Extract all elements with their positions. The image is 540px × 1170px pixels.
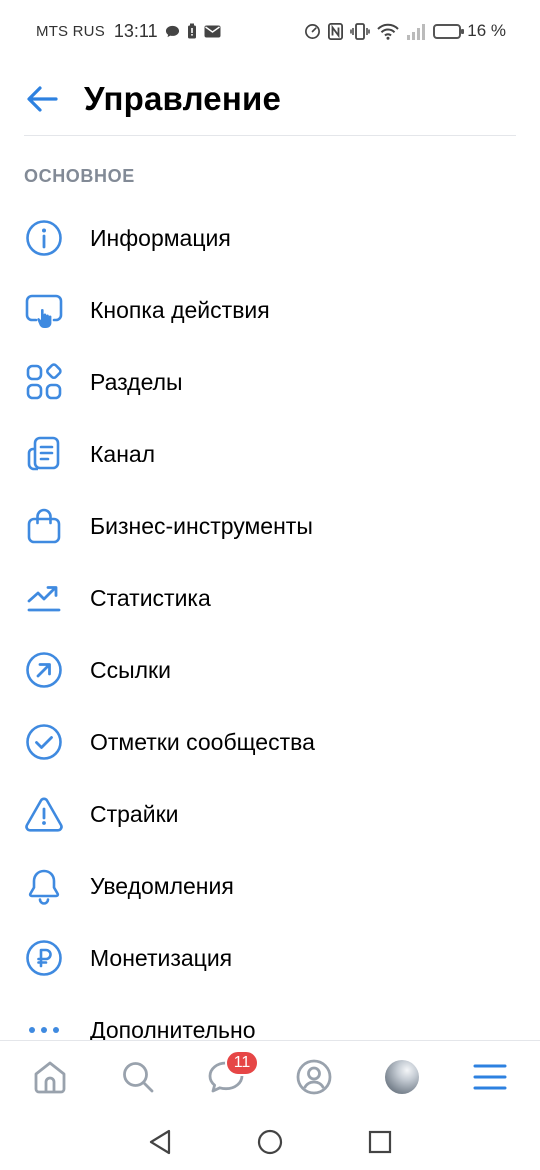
ruble-icon — [24, 938, 64, 978]
chart-trend-icon — [24, 578, 64, 618]
mail-icon — [204, 25, 221, 38]
system-recents-button[interactable] — [360, 1122, 400, 1162]
menu-item-info[interactable]: Информация — [0, 202, 540, 274]
menu-item-label: Информация — [90, 224, 231, 251]
data-saver-icon — [304, 23, 321, 40]
menu-item-label: Разделы — [90, 368, 183, 395]
header-divider — [24, 135, 516, 136]
back-button[interactable] — [24, 81, 60, 117]
nav-search[interactable] — [108, 1047, 168, 1107]
menu-item-sections[interactable]: Разделы — [0, 346, 540, 418]
battery-percent: 16 % — [467, 21, 506, 40]
profile-icon — [296, 1059, 332, 1095]
info-icon — [24, 218, 64, 258]
menu-item-statistics[interactable]: Статистика — [0, 562, 540, 634]
menu-item-label: Страйки — [90, 800, 179, 827]
carrier-label: MTS RUS — [36, 22, 105, 40]
nav-community-avatar[interactable] — [372, 1047, 432, 1107]
menu-item-label: Бизнес-инструменты — [90, 512, 313, 539]
nav-profile[interactable] — [284, 1047, 344, 1107]
status-bar: MTS RUS 13:11 16 % — [0, 0, 540, 62]
menu-item-label: Ссылки — [90, 656, 171, 683]
menu-item-monetization[interactable]: Монетизация — [0, 922, 540, 994]
menu-item-community-marks[interactable]: Отметки сообщества — [0, 706, 540, 778]
link-arrow-icon — [24, 650, 64, 690]
chat-bubble-icon — [165, 24, 180, 39]
section-title: ОСНОВНОЕ — [24, 166, 135, 186]
avatar — [385, 1060, 419, 1094]
menu-item-label: Кнопка действия — [90, 296, 270, 323]
menu-item-label: Канал — [90, 440, 156, 467]
status-left: MTS RUS 13:11 — [36, 21, 221, 42]
menu-item-channel[interactable]: Канал — [0, 418, 540, 490]
warning-icon — [24, 794, 64, 834]
menu-item-label: Статистика — [90, 584, 211, 611]
action-button-icon — [24, 290, 64, 330]
menu-item-label: Монетизация — [90, 944, 233, 971]
square-recents-icon — [368, 1130, 392, 1153]
menu-item-notifications[interactable]: Уведомления — [0, 850, 540, 922]
shopping-bag-icon — [24, 506, 64, 546]
triangle-back-icon — [149, 1129, 171, 1154]
vibrate-icon — [350, 22, 370, 40]
menu-icon — [473, 1064, 507, 1090]
nav-messages[interactable]: 11 — [196, 1047, 259, 1107]
search-icon — [123, 1062, 154, 1093]
menu-item-action-button[interactable]: Кнопка действия — [0, 274, 540, 346]
system-nav-bar — [0, 1113, 540, 1170]
battery-body — [433, 23, 465, 39]
check-circle-icon — [24, 722, 64, 762]
wifi-icon — [377, 23, 399, 40]
clock: 13:11 — [113, 20, 158, 41]
bell-icon — [24, 866, 64, 906]
system-back-button[interactable] — [140, 1122, 180, 1162]
home-icon — [34, 1061, 66, 1094]
page-title: Управление — [84, 80, 282, 117]
header: Управление — [0, 62, 540, 136]
battery-icon: 16 % — [433, 21, 506, 41]
menu-item-label: Уведомления — [90, 872, 234, 899]
system-home-button[interactable] — [250, 1122, 290, 1162]
arrow-left-icon — [27, 86, 58, 112]
menu-item-label: Отметки сообщества — [90, 728, 315, 755]
status-right: 16 % — [304, 21, 506, 41]
bottom-nav: 11 — [0, 1040, 540, 1113]
channel-icon — [24, 434, 64, 474]
sections-icon — [24, 362, 64, 402]
nav-home[interactable] — [20, 1047, 80, 1107]
nfc-icon — [328, 22, 344, 40]
battery-saver-icon — [187, 23, 197, 39]
signal-icon — [406, 23, 426, 40]
circle-home-icon — [257, 1129, 283, 1154]
nav-menu[interactable] — [460, 1047, 520, 1107]
menu-item-strikes[interactable]: Страйки — [0, 778, 540, 850]
menu-item-links[interactable]: Ссылки — [0, 634, 540, 706]
battery-tip — [461, 28, 465, 34]
menu-list: Информация Кнопка действия Разделы Канал… — [0, 202, 540, 1066]
menu-item-business-tools[interactable]: Бизнес-инструменты — [0, 490, 540, 562]
messages-badge: 11 — [225, 1050, 259, 1076]
